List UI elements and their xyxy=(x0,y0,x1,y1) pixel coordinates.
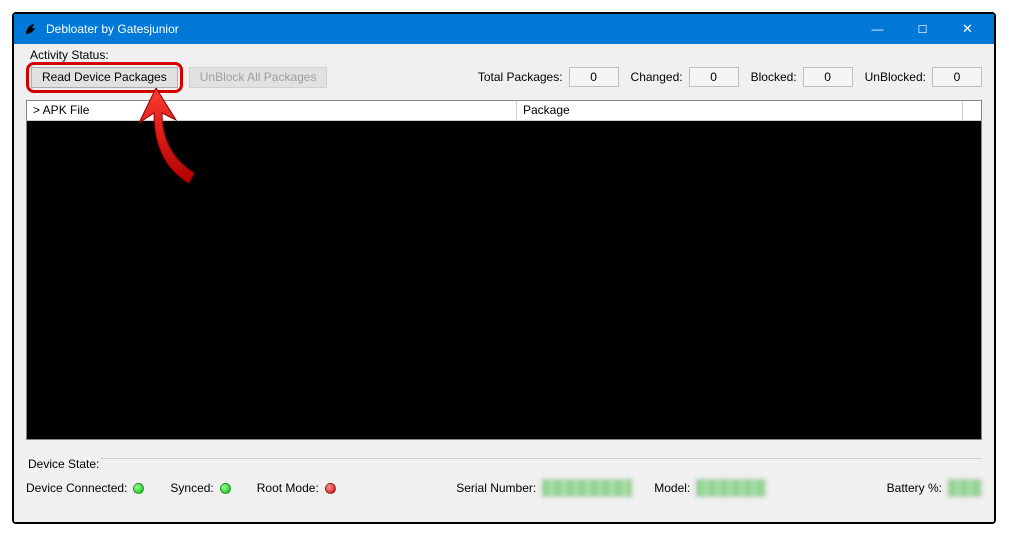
blocked-label: Blocked: xyxy=(751,70,797,84)
changed-label: Changed: xyxy=(631,70,683,84)
window-title: Debloater by Gatesjunior xyxy=(46,22,855,36)
total-packages-label: Total Packages: xyxy=(478,70,563,84)
changed-value: 0 xyxy=(689,67,739,87)
package-table: > APK File Package xyxy=(26,100,982,440)
app-window: Debloater by Gatesjunior Activity Status… xyxy=(12,12,996,524)
window-controls xyxy=(855,14,990,44)
device-connected-led xyxy=(133,483,144,494)
battery-label: Battery %: xyxy=(887,481,942,495)
minimize-button[interactable] xyxy=(855,14,900,44)
battery-value xyxy=(948,479,982,497)
highlight-annotation: Read Device Packages xyxy=(26,62,183,93)
total-packages-value: 0 xyxy=(569,67,619,87)
table-header: > APK File Package xyxy=(27,101,981,121)
unblocked-value: 0 xyxy=(932,67,982,87)
toolbar: Read Device Packages UnBlock All Package… xyxy=(26,64,982,90)
root-mode-led xyxy=(325,483,336,494)
activity-status-label: Activity Status: xyxy=(28,48,111,62)
device-state: Device State: Device Connected: Synced: … xyxy=(26,458,982,514)
unblock-all-packages-button[interactable]: UnBlock All Packages xyxy=(189,67,328,88)
column-package[interactable]: Package xyxy=(517,101,963,120)
synced-led xyxy=(220,483,231,494)
column-apk-file[interactable]: > APK File xyxy=(27,101,517,120)
serial-number-label: Serial Number: xyxy=(456,481,536,495)
table-body[interactable] xyxy=(27,121,981,439)
model-label: Model: xyxy=(654,481,690,495)
column-spacer xyxy=(963,101,981,120)
unblocked-label: UnBlocked: xyxy=(865,70,926,84)
read-device-packages-button[interactable]: Read Device Packages xyxy=(31,67,178,88)
root-mode-label: Root Mode: xyxy=(257,481,319,495)
maximize-button[interactable] xyxy=(900,14,945,44)
titlebar: Debloater by Gatesjunior xyxy=(14,14,994,44)
blocked-value: 0 xyxy=(803,67,853,87)
device-state-label: Device State: xyxy=(26,457,101,471)
device-connected-label: Device Connected: xyxy=(26,481,127,495)
close-button[interactable] xyxy=(945,14,990,44)
model-value xyxy=(696,479,766,497)
content-area: Activity Status: Read Device Packages Un… xyxy=(14,44,994,522)
synced-label: Synced: xyxy=(170,481,213,495)
serial-number-value xyxy=(542,479,632,497)
app-icon xyxy=(22,21,38,37)
